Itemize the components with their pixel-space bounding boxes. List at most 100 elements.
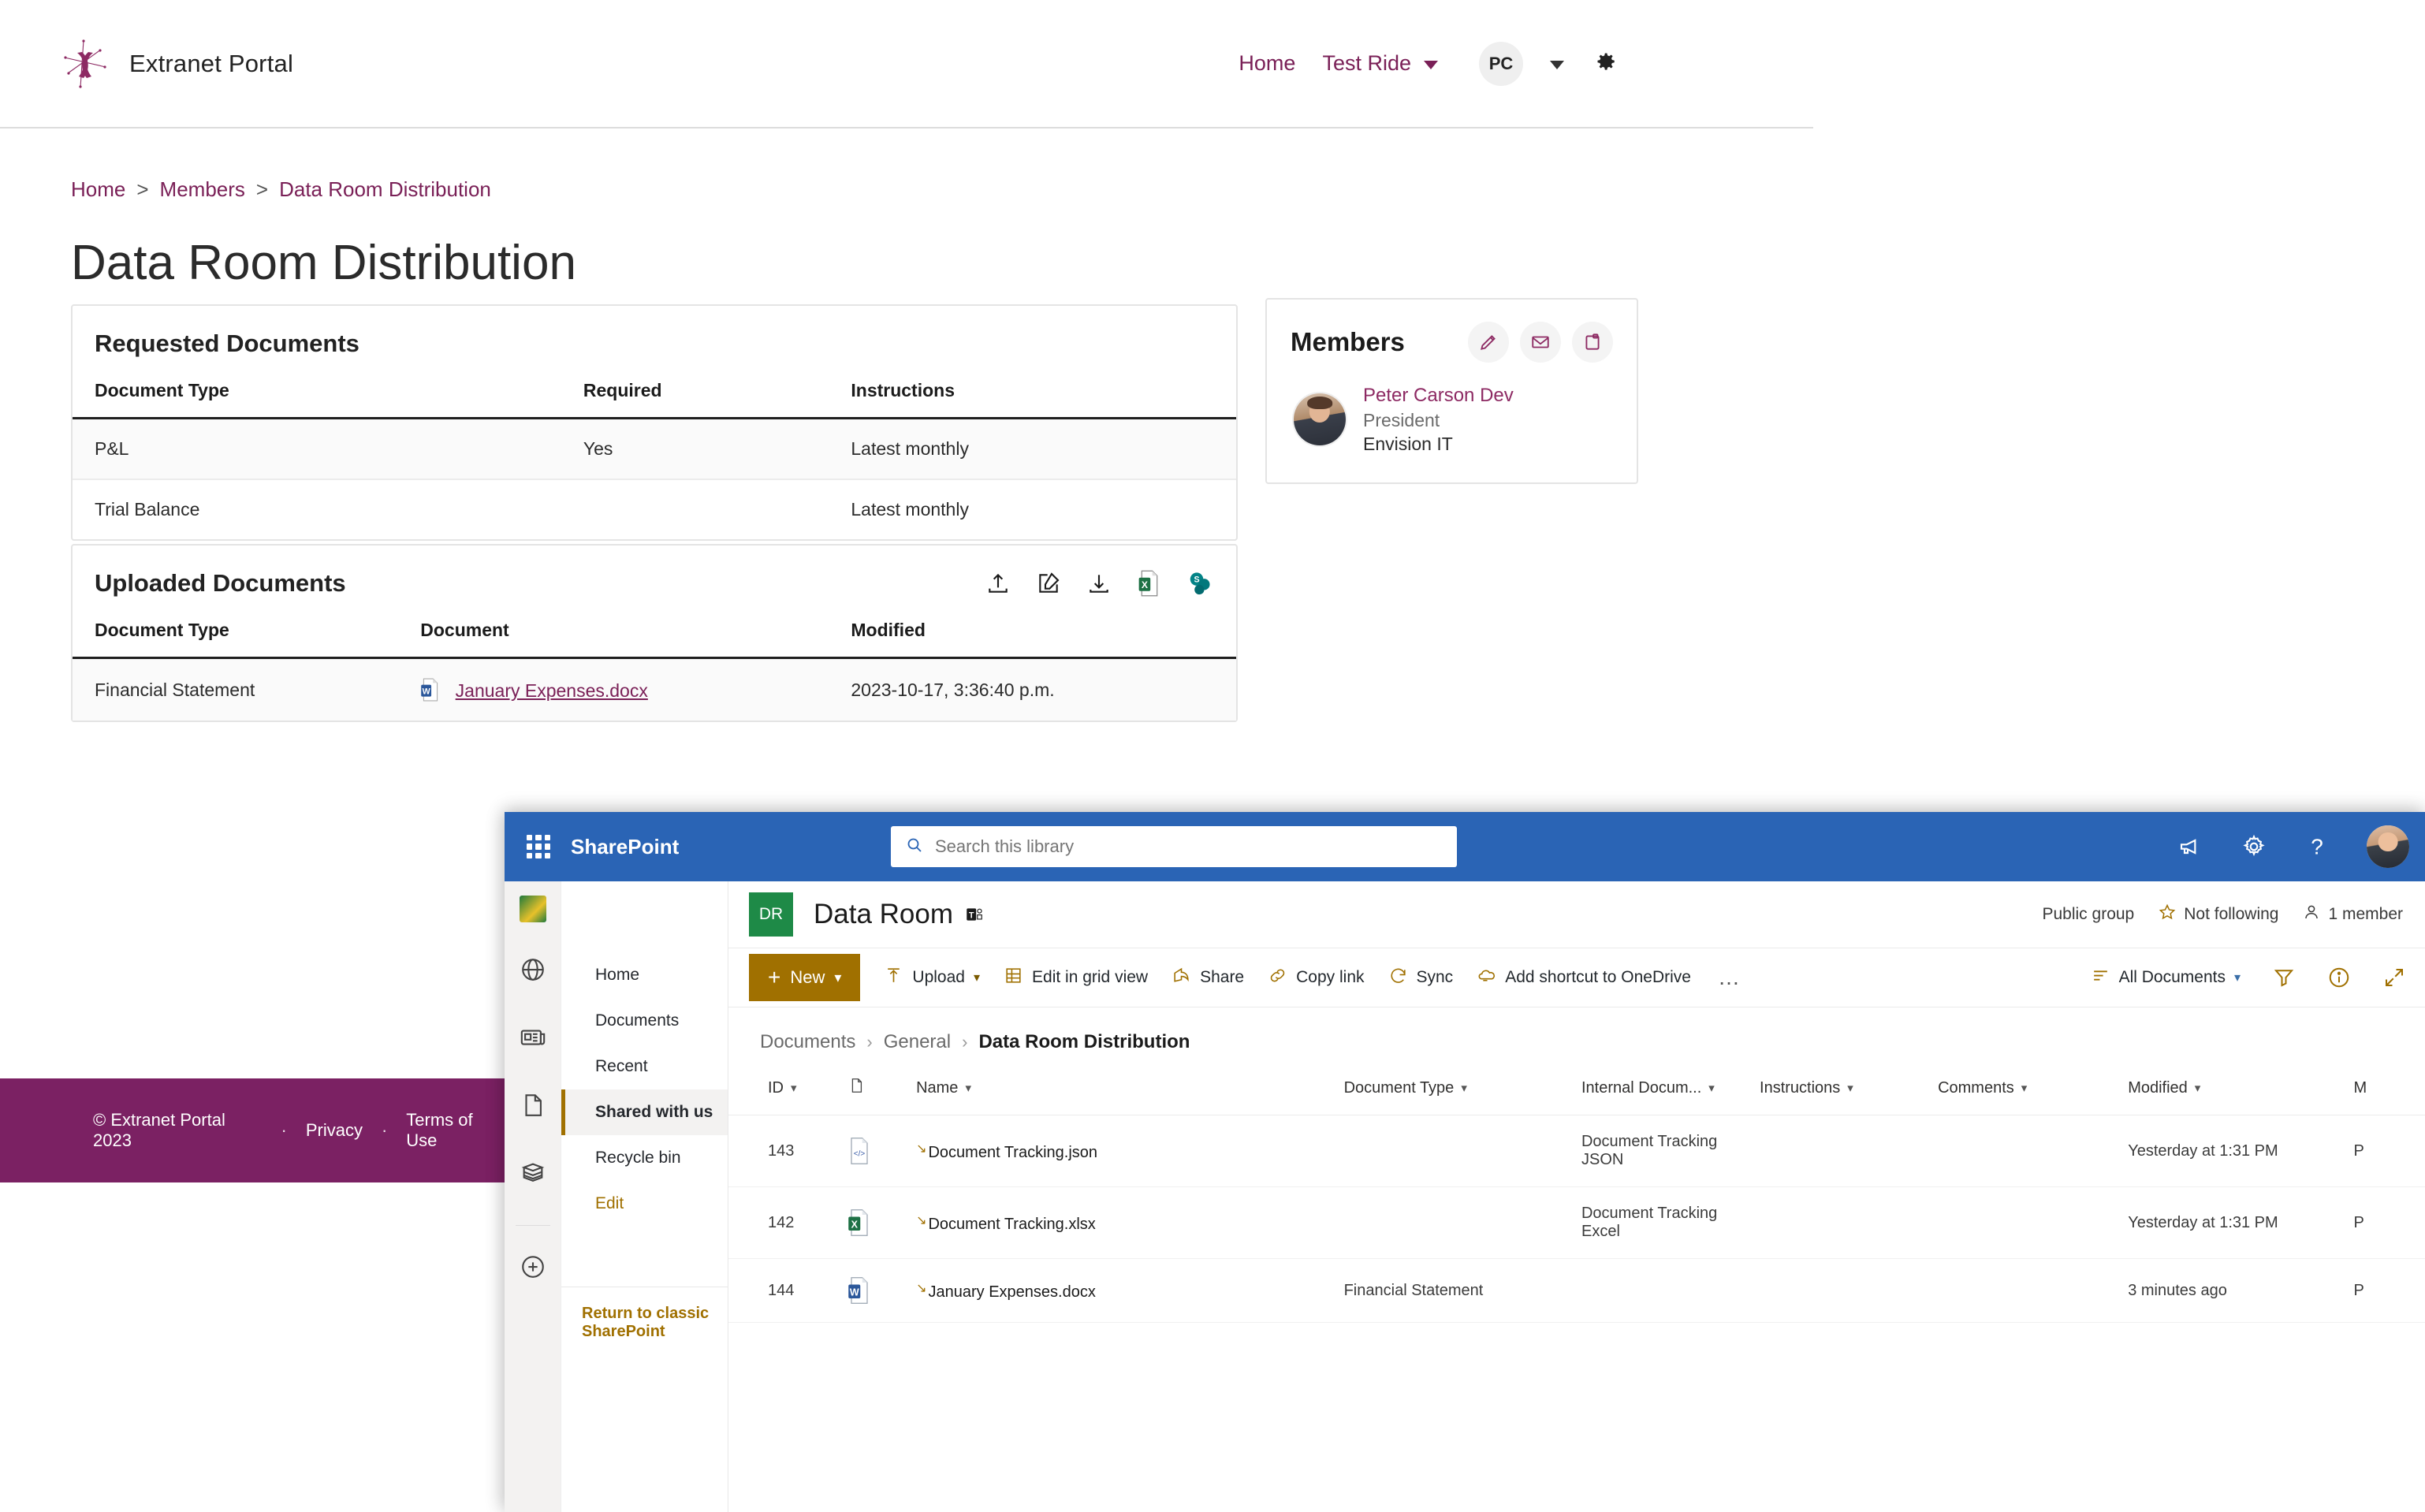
table-row[interactable]: 143 </> ↘ Document Tracking.json Documen…: [728, 1115, 2425, 1187]
sharepoint-brand[interactable]: SharePoint: [571, 835, 679, 859]
shared-arrow-icon: ↘: [916, 1141, 927, 1156]
info-circle-icon[interactable]: [2327, 966, 2351, 989]
breadcrumb-members[interactable]: Members: [160, 177, 245, 202]
cell-modified-by: P: [2353, 1258, 2425, 1323]
copy-link-button[interactable]: Copy link: [1268, 966, 1365, 990]
settings-gear-icon[interactable]: [2241, 833, 2267, 860]
edit-pencil-icon[interactable]: [1468, 322, 1509, 363]
cell-document-type: [1343, 1115, 1581, 1187]
cell-internal-document: Document Tracking JSON: [1581, 1115, 1760, 1187]
svg-text:T: T: [969, 911, 974, 920]
table-header-row: ID ▾ Name ▾ Document Type ▾ Internal Doc…: [728, 1066, 2425, 1115]
news-icon[interactable]: [517, 1022, 549, 1053]
sidebar-item-shared-with-us[interactable]: Shared with us: [561, 1089, 728, 1135]
page-document-icon[interactable]: [517, 1089, 549, 1121]
col-modified[interactable]: Modified ▾: [2128, 1066, 2354, 1115]
members-count-button[interactable]: 1 member: [2302, 903, 2403, 926]
overflow-menu-button[interactable]: …: [1718, 965, 1740, 990]
table-row[interactable]: 142 X ↘ Document Tracking.xlsx Document …: [728, 1186, 2425, 1259]
nav-home-link[interactable]: Home: [1239, 51, 1295, 76]
help-question-icon[interactable]: ?: [2304, 833, 2330, 860]
return-to-classic-sharepoint-link[interactable]: Return to classic SharePoint: [561, 1287, 728, 1341]
view-selector[interactable]: All Documents ▾: [2091, 966, 2241, 990]
sharepoint-icon[interactable]: S: [1186, 569, 1214, 598]
uploaded-documents-header: Uploaded Documents X S: [73, 546, 1236, 615]
cell-name[interactable]: ↘ Document Tracking.json: [916, 1115, 1344, 1187]
filter-funnel-icon[interactable]: [2272, 966, 2296, 989]
search-input[interactable]: [935, 836, 1443, 857]
globe-icon[interactable]: [517, 954, 549, 985]
app-launcher-waffle-icon[interactable]: [527, 835, 550, 858]
uploaded-documents-card: Uploaded Documents X S Document Type Doc…: [71, 544, 1238, 722]
cell-modified: Yesterday at 1:31 PM: [2128, 1186, 2354, 1259]
col-id[interactable]: ID ▾: [728, 1066, 847, 1115]
new-button[interactable]: + New ▾: [749, 954, 861, 1001]
sidebar-item-edit[interactable]: Edit: [561, 1181, 728, 1227]
cell-document: W January Expenses.docx: [398, 657, 829, 721]
breadcrumb-home[interactable]: Home: [71, 177, 125, 202]
sync-button[interactable]: Sync: [1388, 966, 1453, 990]
gear-icon[interactable]: [1591, 48, 1618, 79]
member-name[interactable]: Peter Carson Dev: [1363, 383, 1514, 408]
sidebar-item-recent[interactable]: Recent: [561, 1044, 728, 1089]
teams-icon[interactable]: T: [964, 904, 985, 925]
site-name[interactable]: Data Room: [814, 899, 953, 930]
search-box[interactable]: [891, 826, 1457, 867]
col-instructions: Instructions: [829, 375, 1236, 419]
sidebar-item-home[interactable]: Home: [561, 952, 728, 998]
table-row: Trial Balance Latest monthly: [73, 479, 1236, 539]
follow-button[interactable]: Not following: [2158, 903, 2278, 926]
onedrive-shortcut-icon: [1477, 966, 1496, 990]
create-plus-icon[interactable]: [517, 1251, 549, 1283]
document-link[interactable]: January Expenses.docx: [456, 680, 648, 701]
user-initials-avatar[interactable]: PC: [1479, 41, 1523, 86]
expand-arrows-icon[interactable]: [2382, 966, 2406, 989]
edit-square-icon[interactable]: [1034, 569, 1063, 598]
table-header-row: Document Type Document Modified: [73, 615, 1236, 659]
user-avatar[interactable]: [2367, 825, 2409, 868]
chevron-down-icon[interactable]: [1424, 61, 1438, 69]
add-shortcut-to-onedrive-button[interactable]: Add shortcut to OneDrive: [1477, 966, 1691, 990]
portal-header: Extranet Portal Home Test Ride PC: [0, 0, 1813, 128]
user-menu-chevron-down-icon[interactable]: [1550, 61, 1564, 69]
mail-envelope-icon[interactable]: [1520, 322, 1561, 363]
download-icon[interactable]: [1085, 569, 1113, 598]
col-internal-document[interactable]: Internal Docum... ▾: [1581, 1066, 1760, 1115]
col-comments[interactable]: Comments ▾: [1938, 1066, 2129, 1115]
table-row[interactable]: 144 W ↘ January Expenses.docx Financial …: [728, 1258, 2425, 1323]
cell-name[interactable]: ↘ Document Tracking.xlsx: [916, 1186, 1344, 1259]
cell-name[interactable]: ↘ January Expenses.docx: [916, 1258, 1344, 1323]
cell-modified-by: P: [2353, 1115, 2425, 1187]
sidebar-item-recycle-bin[interactable]: Recycle bin: [561, 1135, 728, 1181]
nav-test-ride-link[interactable]: Test Ride: [1322, 51, 1411, 76]
col-modified-by[interactable]: M: [2353, 1066, 2425, 1115]
uploaded-documents-toolbar: X S: [984, 569, 1214, 598]
members-card-header: Members: [1267, 300, 1637, 371]
share-button[interactable]: Share: [1172, 966, 1244, 990]
portal-brand-title: Extranet Portal: [129, 49, 294, 77]
upload-button[interactable]: Upload ▾: [884, 966, 980, 990]
excel-file-icon: X: [847, 1208, 916, 1237]
footer-terms-link[interactable]: Terms of Use: [406, 1110, 505, 1151]
col-document-type: Document Type: [73, 615, 399, 659]
screen-root: Extranet Portal Home Test Ride PC Home >: [0, 0, 2425, 1512]
clipboard-icon[interactable]: [1572, 322, 1613, 363]
library-breadcrumb-general[interactable]: General: [884, 1031, 951, 1053]
col-id-label: ID: [768, 1078, 784, 1097]
members-count-label: 1 member: [2328, 905, 2403, 923]
megaphone-icon[interactable]: [2177, 833, 2204, 860]
excel-export-icon[interactable]: X: [1135, 569, 1164, 598]
library-breadcrumb-documents[interactable]: Documents: [760, 1031, 855, 1053]
col-name[interactable]: Name ▾: [916, 1066, 1344, 1115]
list-icon[interactable]: [517, 1157, 549, 1189]
portal-brand[interactable]: Extranet Portal: [61, 39, 293, 89]
asterisk-star-logo: [61, 39, 112, 89]
edit-in-grid-view-button[interactable]: Edit in grid view: [1004, 966, 1148, 990]
col-file-type-icon[interactable]: [847, 1066, 917, 1115]
col-comments-label: Comments: [1938, 1078, 2014, 1097]
upload-icon[interactable]: [984, 569, 1012, 598]
col-document-type[interactable]: Document Type ▾: [1343, 1066, 1581, 1115]
sidebar-item-documents[interactable]: Documents: [561, 998, 728, 1044]
col-instructions[interactable]: Instructions ▾: [1760, 1066, 1939, 1115]
footer-privacy-link[interactable]: Privacy: [306, 1120, 363, 1141]
